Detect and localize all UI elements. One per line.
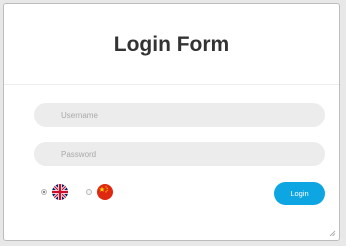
china-flag-icon[interactable] — [97, 184, 113, 200]
password-input[interactable] — [34, 142, 325, 166]
resize-grip-icon[interactable] — [329, 230, 336, 237]
login-button[interactable]: Login — [274, 182, 325, 205]
card-header: Login Form — [4, 4, 339, 85]
login-card: Login Form Login — [3, 3, 340, 241]
uk-flag-icon[interactable] — [52, 184, 68, 200]
language-radio-english[interactable] — [41, 189, 47, 195]
form-title: Login Form — [113, 33, 230, 56]
language-radio-chinese[interactable] — [86, 189, 92, 195]
username-input[interactable] — [34, 103, 325, 127]
